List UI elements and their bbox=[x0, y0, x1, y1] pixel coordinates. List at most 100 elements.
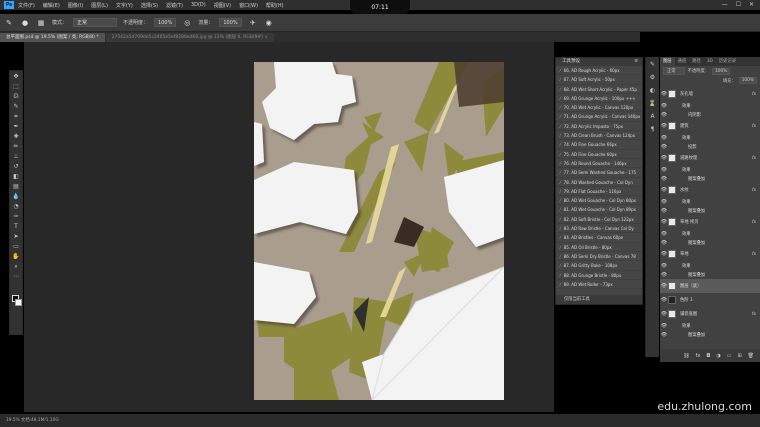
fx-icon[interactable]: fx bbox=[696, 353, 701, 359]
visibility-eye-icon[interactable]: 👁 bbox=[660, 263, 668, 269]
visibility-eye-icon[interactable]: 👁 bbox=[660, 135, 668, 141]
layer-fx-icon[interactable]: fx bbox=[752, 92, 756, 97]
opacity-field[interactable]: 100% bbox=[154, 18, 177, 27]
shape-icon[interactable]: ▭ bbox=[10, 242, 22, 251]
layer-row[interactable]: 👁 草地 fx bbox=[660, 247, 760, 261]
tab-document-2[interactable]: 27542a5d709de5c2405e5ef8286ed60.jpg @ 12… bbox=[105, 33, 275, 42]
visibility-eye-icon[interactable]: 👁 bbox=[660, 103, 668, 109]
brush-preset-item[interactable]: ⁄ 77. AD Semi Washed Gouache - 175 bbox=[556, 168, 642, 178]
menu-item-6[interactable]: 滤镜(T) bbox=[166, 2, 183, 9]
pressure-size-icon[interactable]: ◉ bbox=[264, 18, 274, 28]
brush-preset-item[interactable]: ⁄ 80. AD Wet Gouache - Col Dyn 80px bbox=[556, 196, 642, 206]
layer-effect-row[interactable]: 👁 图案叠加 bbox=[660, 174, 760, 183]
flow-field[interactable]: 100% bbox=[219, 18, 242, 27]
visibility-eye-icon[interactable]: 👁 bbox=[660, 176, 668, 182]
more-icon[interactable]: ⋯ bbox=[10, 272, 22, 281]
stamp-icon[interactable]: ⊥ bbox=[10, 152, 22, 161]
layer-fill-field[interactable]: 100% bbox=[738, 77, 757, 84]
brush-preset-item[interactable]: ⁄ 85. AD Oil Bristle - 80px bbox=[556, 243, 642, 252]
visibility-eye-icon[interactable]: 👁 bbox=[660, 123, 668, 129]
layer-fx-icon[interactable]: fx bbox=[752, 156, 756, 161]
eraser-icon[interactable]: ◧ bbox=[10, 172, 22, 181]
brush-preset-item[interactable]: ⁄ 88. AD Grunge Bristle - 80px bbox=[556, 271, 642, 280]
tab-3d[interactable]: 3D bbox=[704, 57, 716, 66]
brush-preset-item[interactable]: ⁄ 66. AD Rough Acrylic - 60px bbox=[556, 66, 642, 76]
layer-row[interactable]: 👁 建筑 fx bbox=[660, 119, 760, 133]
folder-icon[interactable]: ▭ bbox=[727, 353, 732, 359]
background-color-swatch[interactable] bbox=[15, 299, 22, 306]
brush-preset-item[interactable]: ⁄ 78. AD Washed Gouache - Col Dyn bbox=[556, 178, 642, 187]
brush-tool-icon[interactable]: ✎ bbox=[4, 18, 14, 28]
dodge-icon[interactable]: ◔ bbox=[10, 202, 22, 211]
layer-row[interactable]: 👁 色阶 1 bbox=[660, 293, 760, 307]
layer-effect-row[interactable]: 👁 效果 bbox=[660, 133, 760, 142]
menu-item-3[interactable]: 图层(L) bbox=[91, 2, 108, 9]
layer-effect-row[interactable]: 👁 图案叠加 bbox=[660, 270, 760, 279]
menu-item-2[interactable]: 图像(I) bbox=[68, 2, 83, 9]
history-brush-icon[interactable]: ↺ bbox=[10, 162, 22, 171]
layer-fx-icon[interactable]: fx bbox=[752, 312, 756, 317]
new-layer-icon[interactable]: ⊞ bbox=[737, 353, 741, 359]
hand-icon[interactable]: ✋ bbox=[10, 252, 22, 261]
adjust-icon[interactable]: ◑ bbox=[716, 353, 720, 359]
link-icon[interactable]: ⛓ bbox=[683, 353, 689, 359]
visibility-eye-icon[interactable]: 👁 bbox=[660, 297, 668, 303]
menu-item-0[interactable]: 文件(F) bbox=[18, 2, 35, 9]
layer-row[interactable]: 👁 灰孔墙 fx bbox=[660, 87, 760, 101]
menu-item-9[interactable]: 窗口(W) bbox=[239, 2, 258, 9]
layer-effect-row[interactable]: 👁 效果 bbox=[660, 197, 760, 206]
visibility-eye-icon[interactable]: 👁 bbox=[660, 283, 668, 289]
current-tool-only-toggle[interactable]: 仅限当前工具 bbox=[556, 295, 642, 304]
brush-preset-icon[interactable]: ● bbox=[20, 18, 30, 28]
brush-preset-item[interactable]: ⁄ 67. AD Soft Acrylic - 50px bbox=[556, 75, 642, 85]
layer-effect-row[interactable]: 👁 效果 bbox=[660, 101, 760, 110]
brush-panel-icon[interactable]: ▦ bbox=[36, 18, 46, 28]
visibility-eye-icon[interactable]: 👁 bbox=[660, 231, 668, 237]
layer-row[interactable]: 👁 道路纹理 fx bbox=[660, 151, 760, 165]
layer-fx-icon[interactable]: fx bbox=[752, 220, 756, 225]
brush-preset-item[interactable]: ⁄ 74. AD Fine Gouache 66px bbox=[556, 140, 642, 150]
brush-preset-item[interactable]: ⁄ 83. AD Raw Bristle - Canvas Col Dy bbox=[556, 224, 642, 234]
eyedropper-icon[interactable]: ✒ bbox=[10, 122, 22, 131]
layer-row[interactable]: 👁 铺装底图 fx bbox=[660, 307, 760, 321]
visibility-eye-icon[interactable]: 👁 bbox=[660, 167, 668, 173]
trash-icon[interactable]: 🗑 bbox=[748, 353, 754, 359]
path-select-icon[interactable]: ➤ bbox=[10, 232, 22, 241]
brush-preset-item[interactable]: ⁄ 73. AD Clean Brush - Canvas 124px bbox=[556, 131, 642, 141]
brush-preset-item[interactable]: ⁄ 81. AD Wet Gouache - Col Dyn 89px bbox=[556, 205, 642, 215]
layer-fx-icon[interactable]: fx bbox=[752, 124, 756, 129]
layer-effect-row[interactable]: 👁 效果 bbox=[660, 261, 760, 270]
brush-preset-item[interactable]: ⁄ 84. AD Bristles - Canvas 60px bbox=[556, 233, 642, 243]
brush-preset-item[interactable]: ⁄ 69. AD Grunge Acrylic - 100px +++ bbox=[556, 94, 642, 104]
pen-icon[interactable]: ✑ bbox=[10, 212, 22, 221]
layer-effect-row[interactable]: 👁 效果 bbox=[660, 321, 760, 330]
blend-mode-select[interactable]: 正常 bbox=[663, 67, 685, 75]
visibility-eye-icon[interactable]: 👁 bbox=[660, 219, 668, 225]
lasso-icon[interactable]: ᘏ bbox=[10, 92, 22, 101]
brush-preset-item[interactable]: ⁄ 75. AD Fine Gouache 60px bbox=[556, 150, 642, 159]
layer-effect-row[interactable]: 👁 内阴影 bbox=[660, 110, 760, 119]
visibility-eye-icon[interactable]: 👁 bbox=[660, 112, 668, 118]
brush-preset-item[interactable]: ⁄ 87. AD Gritty Bake - 108px bbox=[556, 261, 642, 271]
visibility-eye-icon[interactable]: 👁 bbox=[660, 251, 668, 257]
crop-icon[interactable]: ⌗ bbox=[10, 112, 22, 121]
character-dock-icon[interactable]: A bbox=[648, 112, 658, 122]
layer-row[interactable]: 👁 图层（底） bbox=[660, 279, 760, 293]
brush-preset-item[interactable]: ⁄ 89. AD Wet Roller - 73px bbox=[556, 280, 642, 290]
quick-select-icon[interactable]: ✎ bbox=[10, 102, 22, 111]
marquee-icon[interactable]: ⬚ bbox=[10, 82, 22, 91]
menu-item-4[interactable]: 文字(Y) bbox=[116, 2, 133, 9]
layer-effect-row[interactable]: 👁 图案叠加 bbox=[660, 330, 760, 339]
visibility-eye-icon[interactable]: 👁 bbox=[660, 240, 668, 246]
layer-effect-row[interactable]: 👁 投影 bbox=[660, 142, 760, 151]
menu-item-7[interactable]: 3D(D) bbox=[191, 2, 206, 9]
brush-icon[interactable]: ✏ bbox=[10, 142, 22, 151]
visibility-eye-icon[interactable]: 👁 bbox=[660, 272, 668, 278]
menu-item-8[interactable]: 视图(V) bbox=[214, 2, 231, 9]
layer-row[interactable]: 👁 草地 拷贝 fx bbox=[660, 215, 760, 229]
healing-icon[interactable]: ✚ bbox=[10, 132, 22, 141]
gradient-icon[interactable]: ▤ bbox=[10, 182, 22, 191]
menu-item-1[interactable]: 编辑(E) bbox=[43, 2, 60, 9]
brush-preset-item[interactable]: ⁄ 72. AD Acrylic Impasto - 75px bbox=[556, 122, 642, 132]
zoom-icon[interactable]: ⌕ bbox=[10, 262, 22, 271]
